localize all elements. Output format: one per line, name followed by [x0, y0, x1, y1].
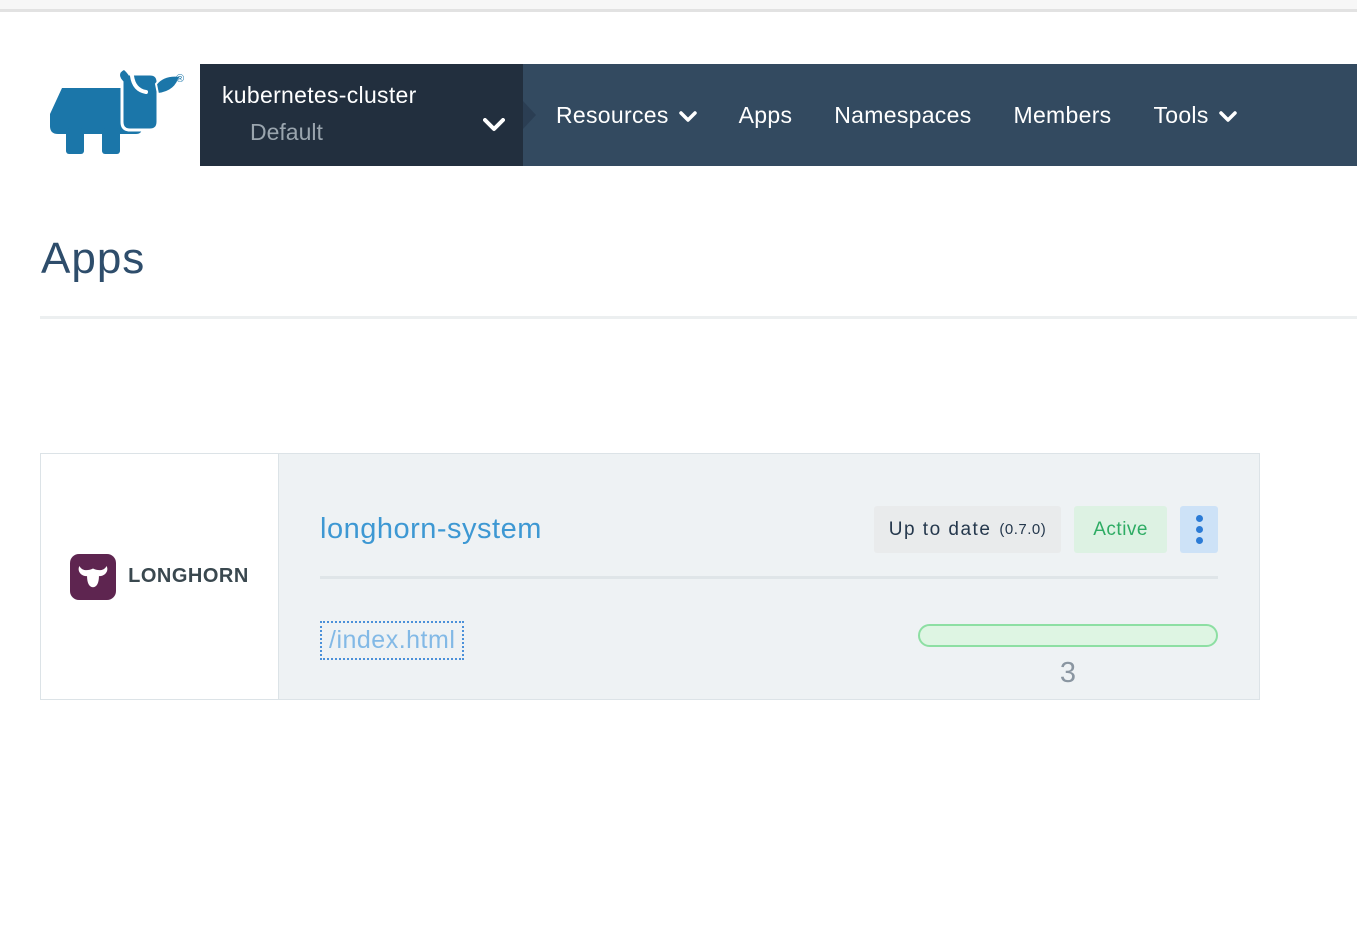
upgrade-version: (0.7.0): [999, 521, 1047, 538]
chevron-down-icon: [483, 118, 505, 131]
page-divider: [40, 316, 1357, 319]
upgrade-status-badge: Up to date (0.7.0): [873, 506, 1062, 553]
kebab-menu-icon: [1195, 515, 1203, 522]
nav-items: Resources Apps Namespaces Members Tools: [523, 64, 1258, 166]
app-card: LONGHORN longhorn-system Up to date (0.7…: [40, 453, 1260, 700]
nav-item-resources[interactable]: Resources: [535, 102, 718, 129]
badge-group: Up to date (0.7.0) Active: [873, 506, 1218, 553]
card-divider: [320, 576, 1218, 579]
nav-item-label: Namespaces: [834, 101, 972, 128]
nav-item-tools[interactable]: Tools: [1132, 102, 1257, 129]
nav-item-label: Tools: [1153, 101, 1209, 128]
chevron-down-icon: [1218, 110, 1237, 122]
rancher-logo[interactable]: ®: [38, 70, 188, 162]
pod-count: 3: [1059, 657, 1077, 689]
cluster-name: kubernetes-cluster: [222, 82, 417, 108]
upgrade-status-text: Up to date: [888, 518, 992, 540]
nav-item-members[interactable]: Members: [993, 102, 1133, 129]
page-title: Apps: [41, 234, 146, 283]
nav-item-apps[interactable]: Apps: [718, 102, 814, 129]
app-header: ® kubernetes-cluster Default Resources A…: [0, 12, 1357, 166]
cluster-selector[interactable]: kubernetes-cluster Default: [200, 64, 523, 166]
app-name-link[interactable]: longhorn-system: [320, 513, 542, 546]
browser-top-strip: [0, 0, 1357, 12]
breadcrumb-arrow: [523, 101, 536, 129]
endpoint-link[interactable]: /index.html: [320, 621, 465, 660]
app-card-body: longhorn-system Up to date (0.7.0) Activ…: [279, 454, 1259, 699]
longhorn-logo-icon: [70, 553, 117, 600]
main-nav: kubernetes-cluster Default Resources App…: [200, 64, 1357, 166]
pods-progress-bar: [918, 624, 1218, 647]
nav-item-namespaces[interactable]: Namespaces: [813, 102, 992, 129]
app-logo-cell: LONGHORN: [41, 454, 279, 699]
registered-mark: ®: [176, 73, 184, 85]
nav-item-label: Apps: [738, 101, 793, 128]
nav-item-label: Resources: [556, 101, 669, 128]
nav-item-label: Members: [1013, 101, 1112, 128]
chevron-down-icon: [678, 110, 697, 122]
longhorn-logo-text: LONGHORN: [128, 565, 249, 587]
kebab-menu-button[interactable]: [1180, 506, 1218, 553]
rancher-cow-icon: ®: [50, 70, 184, 154]
status-badge: Active: [1074, 506, 1167, 553]
pods-summary: 3: [918, 621, 1218, 690]
